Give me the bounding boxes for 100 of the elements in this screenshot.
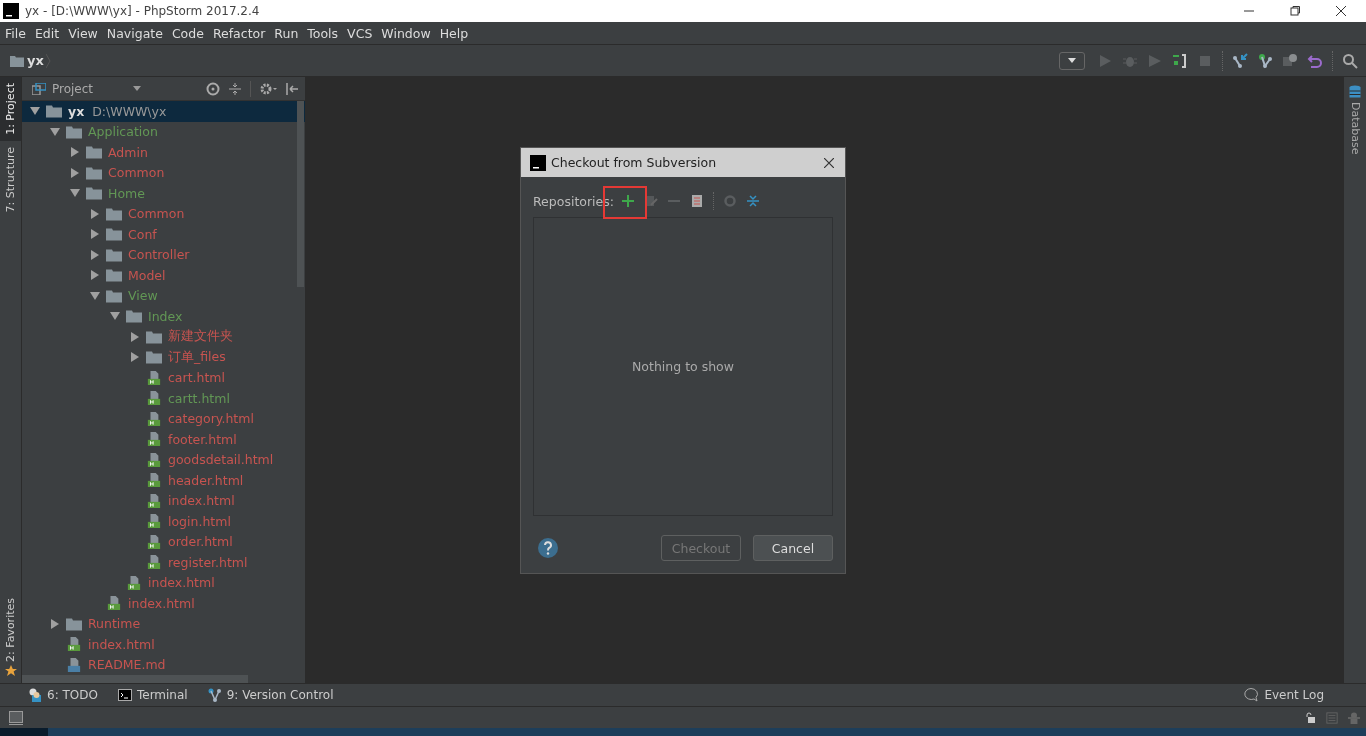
menu-item[interactable]: Help <box>434 25 473 41</box>
tree-row[interactable]: category.html <box>22 408 305 429</box>
tool-window-tab[interactable]: Database <box>1344 77 1366 163</box>
expand-arrow-icon[interactable] <box>90 290 100 301</box>
add-icon[interactable] <box>620 194 635 208</box>
tree-row[interactable]: index.html <box>22 572 305 593</box>
tool-window-button[interactable]: Terminal <box>117 688 188 702</box>
tree-row[interactable]: header.html <box>22 470 305 491</box>
panel-title[interactable]: Project <box>52 81 94 96</box>
tool-window-tab[interactable]: 1: Project <box>0 77 21 141</box>
tree-row[interactable]: cart.html <box>22 367 305 388</box>
vcs-commit-icon[interactable] <box>1257 52 1273 69</box>
folder-icon <box>86 165 102 180</box>
tree-row[interactable]: index.html <box>22 634 305 655</box>
settings-icon[interactable] <box>259 81 277 96</box>
tree-row[interactable]: Common <box>22 162 305 183</box>
tree-row[interactable]: Home <box>22 183 305 204</box>
menu-item[interactable]: Run <box>269 25 303 41</box>
maximize-icon[interactable] <box>1290 6 1300 16</box>
collapse-icon[interactable] <box>745 194 760 208</box>
hide-panel-icon[interactable] <box>285 81 299 96</box>
tree-item-label: Common <box>108 165 165 181</box>
tool-window-tab[interactable]: 7: Structure <box>0 140 21 219</box>
document-icon[interactable] <box>689 194 704 208</box>
close-icon[interactable] <box>1336 6 1346 16</box>
dialog-title: Checkout from Subversion <box>551 155 717 170</box>
menu-item[interactable]: VCS <box>342 25 377 41</box>
menu-item[interactable]: Tools <box>302 25 343 41</box>
tree-row[interactable]: register.html <box>22 552 305 573</box>
collapse-all-icon[interactable] <box>228 81 242 96</box>
collapse-arrow-icon[interactable] <box>70 167 80 178</box>
tree-row[interactable]: footer.html <box>22 429 305 450</box>
tree-row[interactable]: README.md <box>22 654 305 675</box>
search-icon[interactable] <box>1342 52 1358 69</box>
tree-row[interactable]: index.html <box>22 593 305 614</box>
collapse-arrow-icon[interactable] <box>50 618 60 629</box>
dialog-button[interactable]: Cancel <box>753 535 833 561</box>
tree-row[interactable]: Runtime <box>22 613 305 634</box>
window-title: yx - [D:\WWW\yx] - PhpStorm 2017.2.4 <box>25 4 260 18</box>
expand-arrow-icon[interactable] <box>110 311 120 322</box>
html-file-icon <box>146 370 162 385</box>
tree-row[interactable]: cartt.html <box>22 388 305 409</box>
expand-arrow-icon[interactable] <box>30 106 40 117</box>
tree-row[interactable]: order.html <box>22 531 305 552</box>
speech-bubble-icon <box>1243 687 1260 703</box>
collapse-arrow-icon[interactable] <box>70 147 80 158</box>
expand-arrow-icon[interactable] <box>70 188 80 199</box>
menu-item[interactable]: Edit <box>29 25 64 41</box>
menu-item[interactable]: View <box>63 25 102 41</box>
expand-arrow-icon[interactable] <box>50 126 60 137</box>
scrollbar-thumb[interactable] <box>297 101 304 287</box>
menu-item[interactable]: Window <box>376 25 435 41</box>
tree-row[interactable]: index.html <box>22 490 305 511</box>
tree-row[interactable]: Controller <box>22 244 305 265</box>
collapse-arrow-icon[interactable] <box>90 249 100 260</box>
tree-row[interactable]: Model <box>22 265 305 286</box>
app-logo-icon <box>530 154 546 171</box>
dropdown-caret-icon[interactable] <box>133 86 142 91</box>
tree-row[interactable]: Index <box>22 306 305 327</box>
menu-item[interactable]: File <box>0 25 30 41</box>
tool-window-button[interactable]: 9: Version Control <box>207 688 334 702</box>
collapse-arrow-icon[interactable] <box>90 208 100 219</box>
tree-item-label: Model <box>128 267 166 283</box>
debug-listener-icon[interactable] <box>1172 52 1188 69</box>
scrollbar-thumb[interactable] <box>22 675 248 683</box>
tree-row[interactable]: 新建文件夹 <box>22 326 305 347</box>
revert-icon[interactable] <box>1307 52 1323 69</box>
tree-row[interactable]: goodsdetail.html <box>22 449 305 470</box>
menu-item[interactable]: Code <box>166 25 208 41</box>
tree-row[interactable]: Conf <box>22 224 305 245</box>
tree-row[interactable]: yx D:\WWW\yx <box>22 101 305 122</box>
tool-windows-icon[interactable] <box>9 710 23 725</box>
tree-item-label: order.html <box>168 534 233 550</box>
tool-window-button[interactable]: Event Log <box>1243 687 1324 703</box>
run-config-dropdown[interactable] <box>1059 51 1085 70</box>
tool-window-tab[interactable]: 2: Favorites <box>0 592 21 683</box>
collapse-arrow-icon[interactable] <box>90 229 100 240</box>
tree-item-label: login.html <box>168 513 231 529</box>
locate-icon[interactable] <box>206 81 220 96</box>
tree-row[interactable]: Admin <box>22 142 305 163</box>
vcs-update-icon[interactable] <box>1232 52 1248 69</box>
tree-row[interactable]: 订单_files <box>22 347 305 368</box>
breadcrumb-item[interactable]: yx <box>27 53 44 68</box>
menu-item[interactable]: Navigate <box>101 25 167 41</box>
menu-item[interactable]: Refactor <box>207 25 270 41</box>
collapse-arrow-icon[interactable] <box>90 270 100 281</box>
help-icon[interactable] <box>537 537 559 559</box>
tree-row[interactable]: Application <box>22 121 305 142</box>
branch-icon <box>207 688 222 702</box>
tree-row[interactable]: View <box>22 285 305 306</box>
html-file-icon <box>146 473 162 488</box>
project-path: D:\WWW\yx <box>92 103 167 119</box>
tool-window-button[interactable]: 6: TODO <box>28 688 98 702</box>
collapse-arrow-icon[interactable] <box>130 331 140 342</box>
collapse-arrow-icon[interactable] <box>130 352 140 363</box>
close-icon[interactable] <box>824 157 834 168</box>
lock-icon[interactable] <box>1304 711 1316 724</box>
tree-row[interactable]: Common <box>22 203 305 224</box>
tree-row[interactable]: login.html <box>22 511 305 532</box>
history-icon[interactable] <box>1282 52 1298 69</box>
